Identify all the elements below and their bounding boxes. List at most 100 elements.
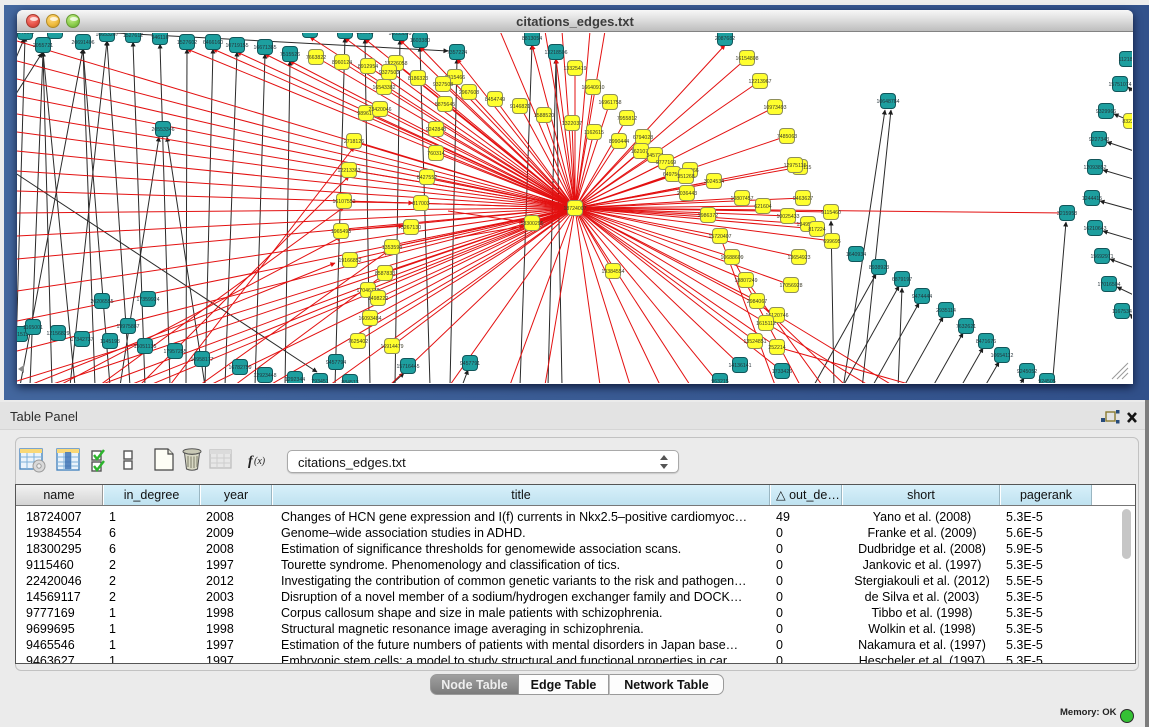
svg-text:793451: 793451	[311, 379, 328, 383]
svg-text:15751074: 15751074	[1108, 82, 1131, 88]
svg-text:10648784: 10648784	[876, 99, 899, 105]
svg-text:3215958: 3215958	[1057, 211, 1077, 217]
svg-text:16543382: 16543382	[372, 85, 395, 91]
svg-text:1244415: 1244415	[1082, 196, 1102, 202]
svg-text:16107552: 16107552	[332, 199, 355, 205]
svg-text:19166852: 19166852	[338, 258, 361, 264]
svg-text:7625402: 7625402	[348, 339, 368, 345]
svg-text:17056928: 17056928	[779, 283, 802, 289]
svg-text:1588520: 1588520	[534, 113, 554, 119]
svg-text:12093852: 12093852	[1083, 165, 1106, 171]
svg-text:9146821: 9146821	[510, 104, 530, 110]
svg-text:9457794: 9457794	[326, 360, 346, 366]
svg-text:13654923: 13654923	[787, 255, 810, 261]
svg-text:851552: 851552	[301, 33, 318, 34]
svg-text:2718126: 2718126	[344, 139, 364, 145]
svg-text:8960124: 8960124	[332, 60, 352, 66]
svg-text:12156829: 12156829	[46, 331, 69, 337]
svg-text:832201: 832201	[1122, 119, 1132, 125]
svg-text:2087682: 2087682	[715, 36, 735, 42]
svg-text:2935114: 2935114	[936, 308, 956, 314]
svg-text:924505: 924505	[1038, 379, 1055, 383]
svg-text:15051135: 15051135	[134, 344, 157, 350]
svg-text:16961758: 16961758	[598, 100, 621, 106]
svg-text:3267130: 3267130	[401, 225, 421, 231]
svg-text:9242848: 9242848	[426, 127, 446, 133]
svg-text:6466160: 6466160	[203, 40, 223, 46]
svg-text:8186323: 8186323	[408, 76, 428, 82]
svg-text:7485063: 7485063	[777, 134, 797, 140]
svg-text:17359924: 17359924	[136, 297, 159, 303]
svg-text:14136141: 14136141	[728, 363, 751, 369]
svg-text:9245052: 9245052	[1017, 369, 1037, 375]
svg-text:20691406: 20691406	[71, 40, 94, 46]
svg-text:916351: 916351	[46, 33, 63, 35]
svg-text:18724007: 18724007	[563, 206, 586, 212]
svg-text:163382: 163382	[336, 33, 353, 35]
svg-text:1498222: 1498222	[368, 296, 388, 302]
svg-text:1640934: 1640934	[846, 252, 866, 258]
svg-text:15692971: 15692971	[1090, 254, 1113, 260]
svg-text:1162615: 1162615	[584, 130, 604, 136]
svg-text:9474444: 9474444	[912, 294, 932, 300]
svg-text:16914479: 16914479	[380, 344, 403, 350]
svg-text:252214: 252214	[768, 345, 785, 351]
svg-text:19975887: 19975887	[116, 324, 139, 330]
svg-text:9115460: 9115460	[821, 210, 841, 216]
svg-text:699695: 699695	[823, 239, 840, 245]
svg-text:5875645: 5875645	[435, 102, 455, 108]
svg-text:112184: 112184	[1119, 57, 1132, 63]
svg-text:16782759: 16782759	[228, 365, 251, 371]
svg-text:1167534: 1167534	[1112, 309, 1132, 315]
svg-text:10688609: 10688609	[720, 255, 743, 261]
svg-text:1353594: 1353594	[382, 245, 402, 251]
svg-text:9329966: 9329966	[1096, 109, 1116, 115]
svg-text:7632621: 7632621	[956, 324, 976, 330]
svg-text:12213363: 12213363	[337, 168, 360, 174]
svg-text:8990444: 8990444	[609, 139, 629, 145]
svg-text:8587833: 8587833	[375, 271, 395, 277]
svg-text:7357224: 7357224	[447, 50, 467, 56]
svg-text:13218506: 13218506	[544, 50, 567, 56]
svg-text:10025433: 10025433	[776, 214, 799, 220]
svg-text:817003: 817003	[412, 201, 429, 207]
svg-text:12923448: 12923448	[253, 373, 276, 379]
svg-text:946116: 946116	[152, 35, 169, 41]
svg-text:8912954: 8912954	[358, 64, 378, 70]
svg-text:963215: 963215	[711, 379, 728, 383]
svg-text:1340557: 1340557	[17, 33, 35, 36]
svg-text:896012: 896012	[356, 33, 373, 36]
svg-text:2055721: 2055721	[33, 43, 53, 49]
svg-text:12975115: 12975115	[784, 163, 807, 169]
svg-text:621604: 621604	[754, 204, 771, 210]
svg-text:9777169: 9777169	[656, 160, 676, 166]
svg-text:2984067: 2984067	[747, 299, 767, 305]
svg-text:9327503: 9327503	[379, 70, 399, 76]
svg-text:10807457: 10807457	[730, 196, 753, 202]
svg-text:8813054: 8813054	[522, 36, 542, 42]
svg-text:1527612: 1527612	[123, 33, 143, 39]
svg-text:18807249: 18807249	[734, 278, 757, 284]
svg-text:20553346: 20553346	[151, 127, 174, 133]
svg-text:1965493: 1965493	[331, 229, 351, 235]
svg-text:18300295: 18300295	[520, 221, 543, 227]
svg-text:9457791: 9457791	[460, 361, 480, 367]
svg-text:2036443: 2036443	[677, 191, 697, 197]
svg-text:16210643: 16210643	[1083, 226, 1106, 232]
svg-text:19384554: 19384554	[601, 269, 624, 275]
svg-text:1733426: 1733426	[772, 369, 792, 375]
svg-text:2967608: 2967608	[459, 90, 479, 96]
svg-text:15716445: 15716445	[396, 364, 419, 370]
svg-text:23420046: 23420046	[368, 107, 391, 113]
svg-text:7955812: 7955812	[617, 116, 637, 122]
svg-text:3024534: 3024534	[704, 179, 724, 185]
svg-text:13325419: 13325419	[563, 66, 586, 72]
svg-text:16154808: 16154808	[735, 56, 758, 62]
svg-text:17957255: 17957255	[163, 349, 186, 355]
svg-text:6794028: 6794028	[633, 135, 653, 141]
svg-text:1615112: 1615112	[756, 321, 776, 327]
svg-text:1165001: 1165001	[23, 325, 43, 331]
svg-text:1292344: 1292344	[285, 377, 305, 383]
svg-text:16671385: 16671385	[253, 45, 276, 51]
svg-text:2986372: 2986372	[698, 213, 718, 219]
